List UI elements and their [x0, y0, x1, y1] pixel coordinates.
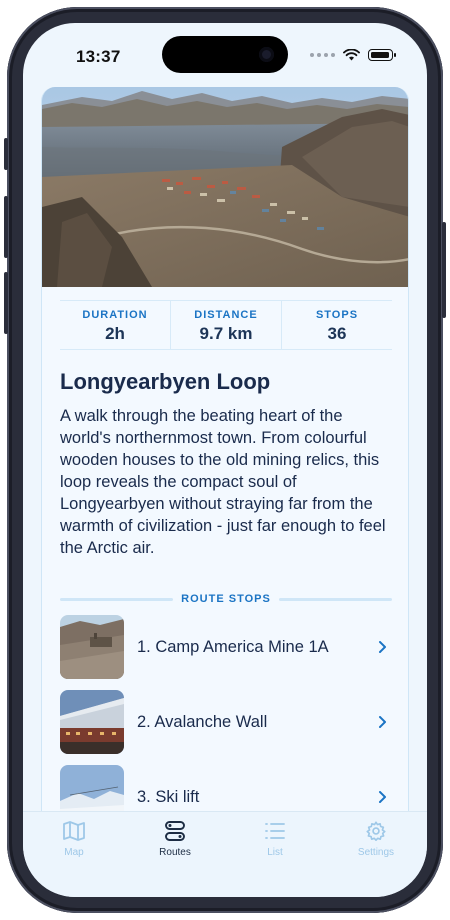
volume-down-button	[4, 272, 8, 334]
tab-label: Settings	[357, 847, 395, 858]
route-title: Longyearbyen Loop	[60, 369, 271, 394]
stat-distance: DISTANCE 9.7 km	[170, 301, 281, 349]
tab-label: List	[267, 847, 283, 858]
route-card: DURATION 2h DISTANCE 9.7 km STOPS 36 Lon…	[41, 87, 409, 847]
routes-icon	[165, 821, 185, 841]
tab-settings[interactable]: Settings	[336, 820, 416, 858]
status-time: 13:37	[76, 47, 121, 66]
wall-photo	[60, 690, 124, 754]
tab-routes[interactable]: Routes	[135, 820, 215, 858]
tab-map[interactable]: Map	[34, 820, 114, 858]
signal-dots-icon	[310, 53, 335, 57]
stop-row-camp-america[interactable]: 1. Camp America Mine 1A	[60, 615, 392, 679]
mine-photo	[60, 615, 124, 679]
wifi-icon	[343, 49, 360, 61]
list-icon	[265, 823, 285, 839]
map-icon	[63, 821, 85, 841]
stat-value: 36	[327, 324, 347, 343]
stat-label: DURATION	[82, 309, 148, 321]
mute-switch	[4, 138, 8, 170]
stop-name: 1. Camp America Mine 1A	[137, 637, 329, 656]
stat-label: DISTANCE	[194, 309, 258, 321]
chevron-right-icon	[379, 791, 386, 803]
dynamic-island	[162, 36, 288, 73]
stat-value: 9.7 km	[199, 324, 253, 343]
camera-icon	[259, 47, 274, 62]
volume-up-button	[4, 196, 8, 258]
tab-label: Routes	[159, 847, 191, 858]
route-stats: DURATION 2h DISTANCE 9.7 km STOPS 36	[60, 300, 392, 350]
route-hero-photo	[42, 87, 408, 287]
tab-list[interactable]: List	[235, 820, 315, 858]
stat-label: STOPS	[315, 309, 359, 321]
tab-bar: Map Routes List Settings	[23, 811, 427, 897]
power-button	[442, 222, 446, 318]
tab-label: Map	[64, 847, 84, 858]
chevron-right-icon	[379, 641, 386, 653]
gear-icon	[366, 821, 386, 841]
stop-row-avalanche-wall[interactable]: 2. Avalanche Wall	[60, 690, 392, 754]
status-icons	[310, 49, 396, 61]
route-stops-label: ROUTE STOPS	[181, 593, 271, 605]
route-stops-header: ROUTE STOPS	[60, 592, 392, 606]
stat-value: 2h	[105, 324, 125, 343]
route-description: A walk through the beating heart of the …	[60, 407, 386, 557]
chevron-right-icon	[379, 716, 386, 728]
stop-name: 2. Avalanche Wall	[137, 712, 268, 731]
battery-icon	[368, 49, 396, 61]
stop-name: 3. Ski lift	[137, 787, 200, 806]
stat-duration: DURATION 2h	[60, 301, 170, 349]
stat-stops: STOPS 36	[281, 301, 392, 349]
screen: 13:37 DURATION 2h DISTANCE 9.7 km STOPS …	[23, 23, 427, 897]
divider	[60, 597, 174, 601]
divider	[278, 597, 392, 601]
